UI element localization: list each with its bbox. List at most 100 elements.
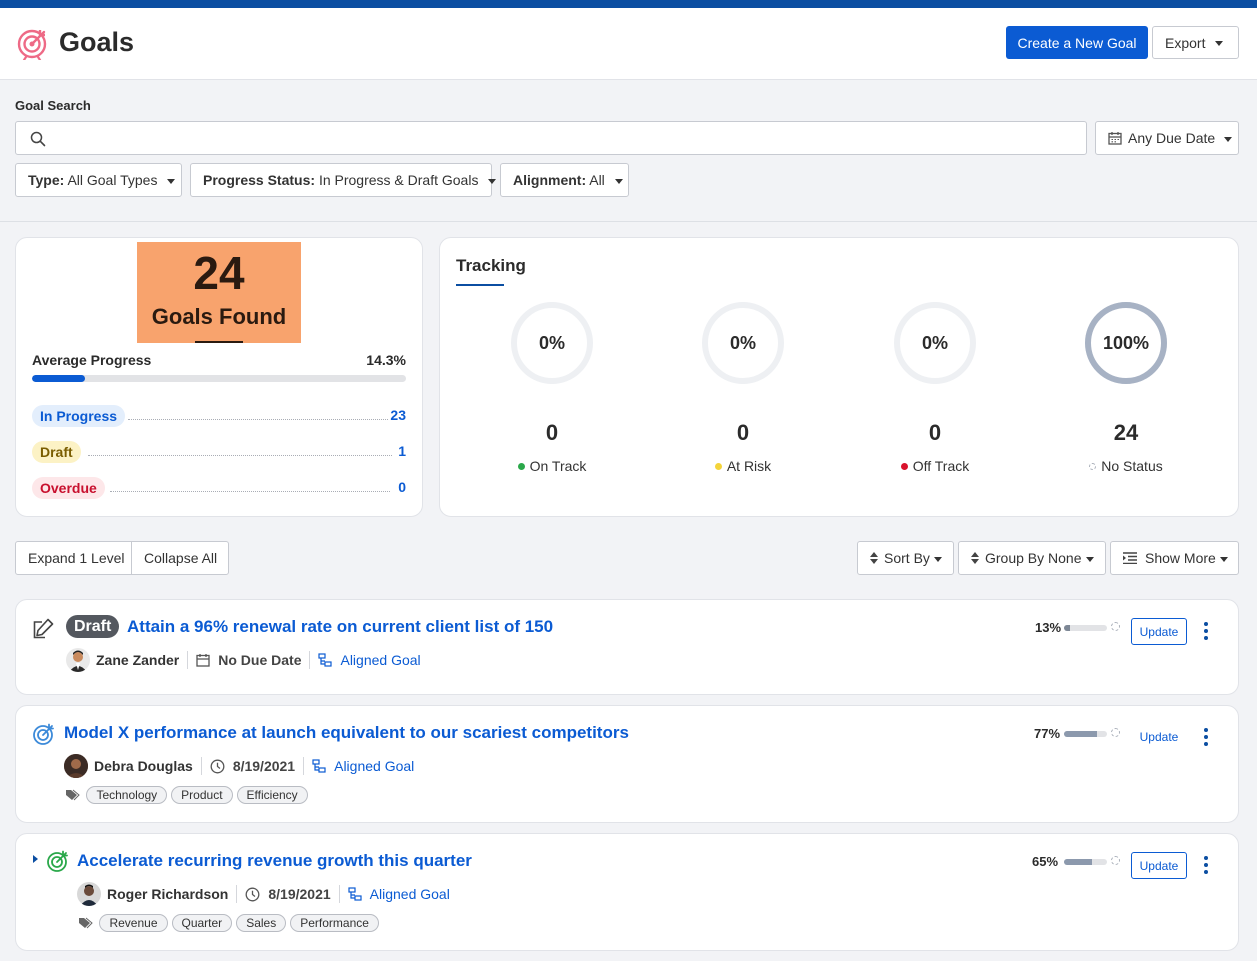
goals-logo-icon <box>17 29 47 60</box>
alignment-filter-value: All <box>589 172 605 188</box>
progress-status-filter-dropdown[interactable]: Progress Status: In Progress & Draft Goa… <box>190 163 497 197</box>
stat-draft[interactable]: Draft 1 <box>32 441 406 463</box>
at-risk-percent: 0% <box>729 333 756 353</box>
tracking-no-status[interactable]: 100% 24 No Status <box>1066 300 1186 474</box>
tracking-off-track[interactable]: 0% 0 Off Track <box>875 300 995 474</box>
caret-down-icon <box>167 178 176 184</box>
alignment-filter-dropdown[interactable]: Alignment: All <box>500 163 629 197</box>
page-header: Goals Create a New Goal Export <box>0 8 1257 80</box>
caret-down-icon <box>1215 41 1224 47</box>
goal-tags: Technology Product Efficiency <box>66 786 312 804</box>
goal-owner-name[interactable]: Roger Richardson <box>107 886 228 902</box>
aligned-goal-link[interactable]: Aligned Goal <box>340 652 420 668</box>
update-link[interactable]: Update <box>1131 730 1187 744</box>
goal-title-link[interactable]: Model X performance at launch equivalent… <box>64 723 629 743</box>
collapse-all-button[interactable]: Collapse All <box>131 541 229 575</box>
status-ring-icon <box>1111 728 1120 737</box>
type-filter-value: All Goal Types <box>67 172 158 188</box>
tag-chip[interactable]: Product <box>171 786 233 804</box>
tracking-at-risk[interactable]: 0% 0 At Risk <box>683 300 803 474</box>
aligned-goal-link[interactable]: Aligned Goal <box>334 758 414 774</box>
type-filter-dropdown[interactable]: Type: All Goal Types <box>15 163 182 197</box>
tag-chip[interactable]: Quarter <box>171 914 233 932</box>
goal-title-link[interactable]: Attain a 96% renewal rate on current cli… <box>127 617 553 637</box>
sort-by-dropdown[interactable]: Sort By <box>857 541 954 575</box>
goal-card[interactable]: Draft Attain a 96% renewal rate on curre… <box>15 599 1239 695</box>
hierarchy-icon <box>348 887 362 901</box>
search-icon <box>30 131 46 147</box>
more-options-icon[interactable] <box>1202 856 1210 876</box>
goal-search-label: Goal Search <box>15 98 91 113</box>
in-progress-count: 23 <box>390 407 406 423</box>
goals-found-label: Goals Found <box>151 304 287 329</box>
stat-overdue[interactable]: Overdue 0 <box>32 477 406 499</box>
no-status-count: 24 <box>1113 420 1139 445</box>
create-new-goal-button[interactable]: Create a New Goal <box>1006 26 1148 59</box>
export-button[interactable]: Export <box>1152 26 1239 59</box>
tag-chip[interactable]: Performance <box>290 914 379 932</box>
stat-in-progress[interactable]: In Progress 23 <box>32 405 406 427</box>
group-by-dropdown[interactable]: Group By None <box>958 541 1106 575</box>
goal-meta: Roger Richardson 8/19/2021 Aligned Goal <box>77 882 450 906</box>
goals-summary-card: 24 Goals Found Average Progress 14.3% In… <box>15 237 423 517</box>
goal-progress-bar <box>1064 625 1107 631</box>
goal-card[interactable]: Model X performance at launch equivalent… <box>15 705 1239 823</box>
goals-found-count: 24 <box>193 247 245 299</box>
goal-meta: Zane Zander No Due Date Aligned Goal <box>66 648 421 672</box>
tracking-card: Tracking 0% 0 On Track 0% 0 At Risk 0% 0… <box>439 237 1239 517</box>
caret-down-icon <box>933 556 942 562</box>
draft-status-badge: Draft <box>66 615 120 638</box>
sort-icon <box>870 552 878 565</box>
goal-owner-name[interactable]: Zane Zander <box>96 652 179 668</box>
expand-one-level-button[interactable]: Expand 1 Level <box>15 541 132 575</box>
due-date-label: Any Due Date <box>1128 130 1216 146</box>
overdue-pill: Overdue <box>32 477 105 499</box>
avatar[interactable] <box>64 754 88 778</box>
progress-status-filter-key: Progress Status: <box>203 172 316 188</box>
edit-draft-icon <box>33 618 54 639</box>
off-track-label: Off Track <box>912 458 970 474</box>
goal-search-box[interactable] <box>15 121 1087 155</box>
goal-title-link[interactable]: Accelerate recurring revenue growth this… <box>77 851 472 871</box>
at-risk-count: 0 <box>736 420 750 445</box>
on-track-dot-icon <box>517 462 525 470</box>
goal-progress-fill <box>1064 859 1092 865</box>
goal-card[interactable]: Accelerate recurring revenue growth this… <box>15 833 1239 951</box>
goal-progress-percent: 65% <box>1032 854 1059 869</box>
tag-chip[interactable]: Efficiency <box>236 786 308 804</box>
aligned-goal-link[interactable]: Aligned Goal <box>370 886 450 902</box>
goals-found-box: 24 Goals Found <box>137 242 301 343</box>
more-options-icon[interactable] <box>1202 622 1210 642</box>
update-button[interactable]: Update <box>1131 852 1187 879</box>
sort-by-label: Sort By <box>884 550 930 566</box>
avatar[interactable] <box>77 882 101 906</box>
update-button[interactable]: Update <box>1131 618 1187 645</box>
list-indent-icon <box>1123 552 1137 565</box>
tag-chip[interactable]: Technology <box>86 786 168 804</box>
tag-chip[interactable]: Sales <box>236 914 287 932</box>
clock-icon <box>210 759 225 773</box>
average-progress-bar <box>32 375 406 382</box>
tracking-on-track[interactable]: 0% 0 On Track <box>492 300 612 474</box>
no-status-ring: 100% <box>1083 300 1169 386</box>
at-risk-label: At Risk <box>726 458 772 474</box>
expand-caret-icon[interactable] <box>32 854 39 864</box>
show-more-dropdown[interactable]: Show More <box>1110 541 1239 575</box>
average-progress-value: 14.3% <box>366 352 406 368</box>
no-status-dot-icon <box>1089 462 1097 470</box>
goal-progress-bar <box>1064 859 1107 865</box>
tag-chip[interactable]: Revenue <box>99 914 168 932</box>
tag-icon <box>66 789 80 801</box>
caret-down-icon <box>1085 556 1094 562</box>
sort-icon <box>971 552 979 565</box>
on-track-ring: 0% <box>509 300 595 386</box>
more-options-icon[interactable] <box>1202 728 1210 748</box>
draft-pill: Draft <box>32 441 81 463</box>
goal-owner-name[interactable]: Debra Douglas <box>94 758 193 774</box>
goal-search-input[interactable] <box>56 126 1066 150</box>
goal-search-panel: Goal Search Any Due Date Type: All Goal … <box>0 80 1257 222</box>
due-date-dropdown[interactable]: Any Due Date <box>1095 121 1239 155</box>
at-risk-dot-icon <box>714 462 722 470</box>
avatar[interactable] <box>66 648 90 672</box>
export-label: Export <box>1165 34 1206 51</box>
